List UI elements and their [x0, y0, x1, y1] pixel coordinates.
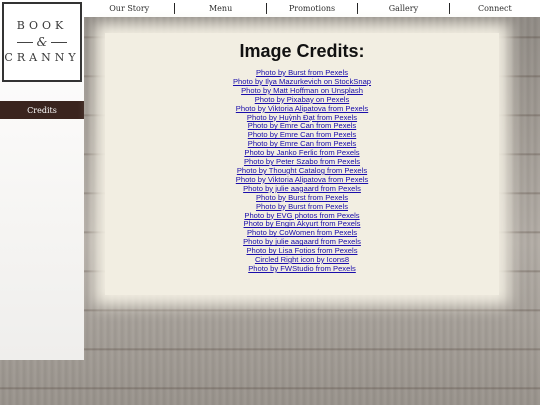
logo-ampersand: & — [36, 35, 48, 49]
logo-word-book: BOOK — [16, 19, 68, 32]
page-title: Image Credits: — [239, 41, 365, 61]
nav-connect[interactable]: Connect — [450, 3, 540, 14]
logo-ampersand-row: & — [16, 35, 68, 49]
sidebar-item-credits[interactable]: Credits — [0, 101, 84, 119]
logo-word-cranny: CRANNY — [4, 51, 80, 64]
credits-list: Photo by Burst from Pexels Photo by Ilya… — [105, 68, 499, 274]
logo-divider-left — [16, 41, 33, 43]
book-cranny-logo[interactable]: BOOK & CRANNY — [2, 2, 82, 82]
logo-divider-right — [51, 41, 68, 43]
nav-promotions[interactable]: Promotions — [267, 3, 359, 14]
nav-our-story[interactable]: Our Story — [84, 3, 176, 14]
sidebar: BOOK & CRANNY Credits — [0, 0, 84, 360]
credit-link[interactable]: Photo by FWStudio from Pexels — [105, 264, 499, 274]
credits-panel: Image Credits: Photo by Burst from Pexel… — [105, 33, 499, 295]
list-item: Photo by FWStudio from Pexels — [105, 264, 499, 274]
nav-menu[interactable]: Menu — [175, 3, 267, 14]
top-navigation: Our Story Menu Promotions Gallery Connec… — [84, 0, 540, 17]
nav-gallery[interactable]: Gallery — [358, 3, 450, 14]
